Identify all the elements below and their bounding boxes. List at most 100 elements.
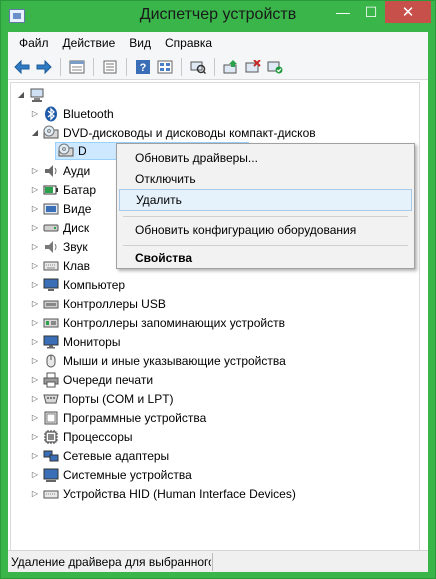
client-area: Файл Действие Вид Справка ? ◢ ▷ Bluetoot… [8,32,428,572]
mouse-icon [43,353,59,369]
ctx-separator [123,216,408,217]
ctx-properties[interactable]: Свойства [119,247,412,269]
expand-arrow-icon[interactable]: ▷ [29,451,41,460]
expand-arrow-icon[interactable]: ▷ [29,204,41,213]
menu-action[interactable]: Действие [56,32,123,54]
ctx-scan-hardware[interactable]: Обновить конфигурацию оборудования [119,219,412,241]
ctx-separator [123,245,408,246]
battery-icon [43,182,59,198]
expand-arrow-icon[interactable]: ▷ [29,337,41,346]
port-icon [43,391,59,407]
expand-arrow-icon[interactable]: ▷ [29,356,41,365]
tree-item-label: Ауди [63,163,91,178]
context-menu: Обновить драйверы... Отключить Удалить О… [116,143,415,269]
expand-arrow-icon[interactable]: ▷ [29,394,41,403]
tree-item-bluetooth[interactable]: ▷ Bluetooth [29,104,114,123]
tree-item-hid[interactable]: ▷ Устройства HID (Human Interface Device… [29,484,296,503]
expand-arrow-icon[interactable]: ▷ [29,318,41,327]
expand-arrow-icon[interactable]: ▷ [29,470,41,479]
network-icon [43,448,59,464]
tree-item-usb[interactable]: ▷ Контроллеры USB [29,294,166,313]
tree-item-storage-controllers[interactable]: ▷ Контроллеры запоминающих устройств [29,313,285,332]
menu-help[interactable]: Справка [158,32,219,54]
expand-arrow-icon[interactable]: ▷ [29,489,41,498]
ctx-uninstall[interactable]: Удалить [119,189,412,211]
help-icon[interactable]: ? [133,57,153,77]
bluetooth-icon [43,106,59,122]
expand-arrow-icon[interactable]: ▷ [29,261,41,270]
expand-arrow-icon[interactable]: ▷ [29,109,41,118]
title-bar[interactable]: Диспетчер устройств — ☐ ✕ [1,1,435,32]
expand-arrow-icon[interactable]: ▷ [29,280,41,289]
dvd-device-icon [58,143,74,159]
tree-item-label: Bluetooth [63,106,114,121]
expand-arrow-icon[interactable]: ▷ [29,413,41,422]
tree-root[interactable]: ◢ [15,85,49,104]
ctx-disable[interactable]: Отключить [119,168,412,190]
system-device-icon [43,467,59,483]
tree-item-label: Диск [63,220,90,235]
tree-item-system-devices[interactable]: ▷ Системные устройства [29,465,192,484]
tree-item-computer[interactable]: ▷ Компьютер [29,275,125,294]
update-driver-icon[interactable] [221,57,241,77]
tree-item-label: Клав [63,258,91,273]
usb-icon [43,296,59,312]
tree-item-sound[interactable]: ▷ Звук [29,237,88,256]
uninstall-device-icon[interactable] [265,57,285,77]
minimize-button[interactable]: — [329,1,357,23]
close-button[interactable]: ✕ [385,1,431,23]
expand-arrow-icon[interactable]: ▷ [29,223,41,232]
monitor-icon [43,334,59,350]
tree-item-ports[interactable]: ▷ Порты (COM и LPT) [29,389,174,408]
back-arrow-icon[interactable] [12,57,32,77]
tree-item-battery[interactable]: ▷ Батар [29,180,96,199]
tree-item-monitors[interactable]: ▷ Мониторы [29,332,121,351]
processor-icon [43,429,59,445]
toolbar-separator [126,57,127,76]
properties-icon[interactable] [67,57,87,77]
view-by-type-icon[interactable] [155,57,175,77]
tree-item-label: Компьютер [63,277,126,292]
tree-item-audio[interactable]: ▷ Ауди [29,161,90,180]
show-hidden-icon[interactable] [100,57,120,77]
expand-arrow-icon[interactable]: ▷ [29,299,41,308]
toolbar-separator [181,57,182,76]
status-text: Удаление драйвера для выбранного [11,555,211,569]
expand-arrow-icon[interactable]: ▷ [29,185,41,194]
forward-arrow-icon[interactable] [34,57,54,77]
toolbar: ? [8,54,428,80]
tree-item-network-adapters[interactable]: ▷ Сетевые адаптеры [29,446,169,465]
storage-controller-icon [43,315,59,331]
tree-item-label: Очереди печати [63,372,154,387]
toolbar-separator [60,57,61,76]
menu-bar: Файл Действие Вид Справка [8,32,428,54]
ctx-update-drivers[interactable]: Обновить драйверы... [119,147,412,169]
tree-item-label: Виде [63,201,92,216]
tree-item-label: D [78,144,87,158]
tree-item-keyboard[interactable]: ▷ Клав [29,256,90,275]
maximize-button[interactable]: ☐ [357,1,385,23]
tree-item-label: DVD-дисководы и дисководы компакт-дисков [63,125,316,140]
collapse-arrow-icon[interactable]: ◢ [29,128,41,137]
collapse-arrow-icon[interactable]: ◢ [15,90,27,99]
tree-item-label: Сетевые адаптеры [63,448,170,463]
expand-arrow-icon[interactable]: ▷ [29,432,41,441]
printer-icon [43,372,59,388]
expand-arrow-icon[interactable]: ▷ [29,242,41,251]
expand-arrow-icon[interactable]: ▷ [29,166,41,175]
menu-file[interactable]: Файл [12,32,56,54]
tree-item-software-devices[interactable]: ▷ Программные устройства [29,408,206,427]
scan-hardware-icon[interactable] [188,57,208,77]
tree-item-processors[interactable]: ▷ Процессоры [29,427,133,446]
tree-item-dvd-drives[interactable]: ◢ DVD-дисководы и дисководы компакт-диск… [29,123,316,142]
tree-item-mice[interactable]: ▷ Мыши и иные указывающие устройства [29,351,286,370]
tree-item-disk[interactable]: ▷ Диск [29,218,89,237]
tree-item-video[interactable]: ▷ Виде [29,199,91,218]
disable-device-icon[interactable] [243,57,263,77]
expand-arrow-icon[interactable]: ▷ [29,375,41,384]
device-manager-window: Диспетчер устройств — ☐ ✕ Файл Действие … [0,0,436,579]
tree-item-label: Контроллеры запоминающих устройств [63,315,285,330]
menu-view[interactable]: Вид [122,32,158,54]
tree-item-label: Контроллеры USB [63,296,166,311]
tree-item-print-queues[interactable]: ▷ Очереди печати [29,370,153,389]
